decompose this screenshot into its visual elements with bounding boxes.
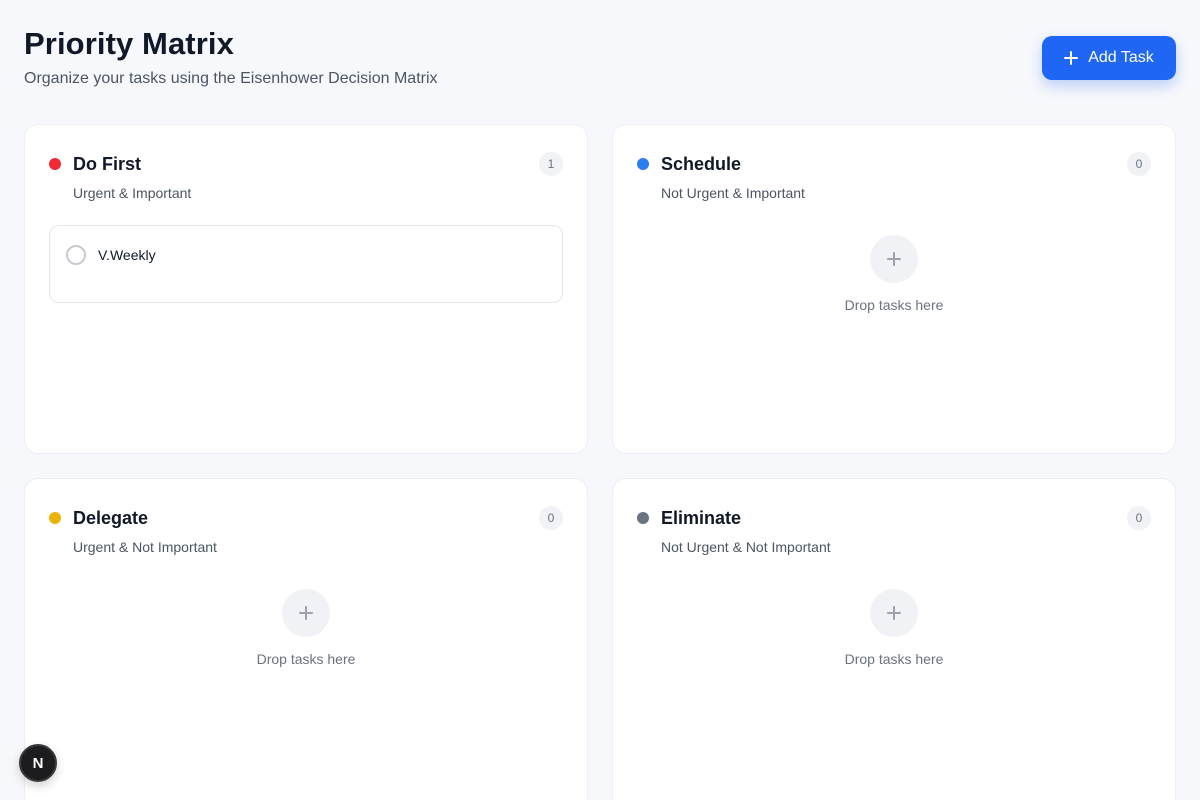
page-subtitle: Organize your tasks using the Eisenhower… [24,70,438,87]
quadrant-do-first[interactable]: Do First 1 Urgent & Important V.Weekly [24,124,588,454]
task-complete-checkbox[interactable] [66,245,86,265]
quadrant-schedule[interactable]: Schedule 0 Not Urgent & Important Drop t… [612,124,1176,454]
drop-zone[interactable]: Drop tasks here [637,589,1151,667]
quadrant-delegate[interactable]: Delegate 0 Urgent & Not Important Drop t… [24,478,588,800]
quadrant-title: Do First [73,153,142,174]
drop-zone-label: Drop tasks here [256,651,356,667]
add-task-button[interactable]: Add Task [1042,36,1176,80]
add-task-label: Add Task [1088,49,1154,66]
quadrant-header: Delegate 0 [49,503,563,533]
yellow-dot-icon [49,512,61,524]
task-count-badge: 0 [1127,152,1151,176]
nextjs-logo-icon: N [32,754,44,772]
quadrant-header: Schedule 0 [637,149,1151,179]
add-task-circle-button[interactable] [870,589,918,637]
drop-zone[interactable]: Drop tasks here [49,589,563,667]
quadrant-subtitle: Urgent & Important [73,185,192,201]
quadrant-header: Do First 1 [49,149,563,179]
quadrant-subtitle: Not Urgent & Not Important [661,539,831,555]
drop-zone-label: Drop tasks here [844,651,944,667]
task-title: V.Weekly [98,247,156,263]
quadrant-header: Eliminate 0 [637,503,1151,533]
page-header: Priority Matrix Organize your tasks usin… [24,24,1176,124]
nextjs-dev-badge[interactable]: N [19,744,57,782]
priority-matrix-page: Priority Matrix Organize your tasks usin… [0,0,1200,800]
add-task-circle-button[interactable] [282,589,330,637]
plus-icon [887,606,901,620]
plus-icon [887,252,901,266]
task-card[interactable]: V.Weekly [49,225,563,303]
plus-icon [1064,51,1079,65]
matrix-grid: Do First 1 Urgent & Important V.Weekly S… [24,124,1176,800]
quadrant-title: Schedule [661,153,742,174]
task-count-badge: 0 [539,506,563,530]
gray-dot-icon [637,512,649,524]
task-count-badge: 1 [539,152,563,176]
blue-dot-icon [637,158,649,170]
drop-zone[interactable]: Drop tasks here [637,235,1151,313]
plus-icon [299,606,313,620]
red-dot-icon [49,158,61,170]
add-task-circle-button[interactable] [870,235,918,283]
quadrant-title: Delegate [73,507,149,528]
quadrant-title: Eliminate [661,507,742,528]
task-count-badge: 0 [1127,506,1151,530]
quadrant-subtitle: Urgent & Not Important [73,539,217,555]
page-title: Priority Matrix [24,26,234,61]
drop-zone-label: Drop tasks here [844,297,944,313]
quadrant-eliminate[interactable]: Eliminate 0 Not Urgent & Not Important D… [612,478,1176,800]
quadrant-subtitle: Not Urgent & Important [661,185,805,201]
